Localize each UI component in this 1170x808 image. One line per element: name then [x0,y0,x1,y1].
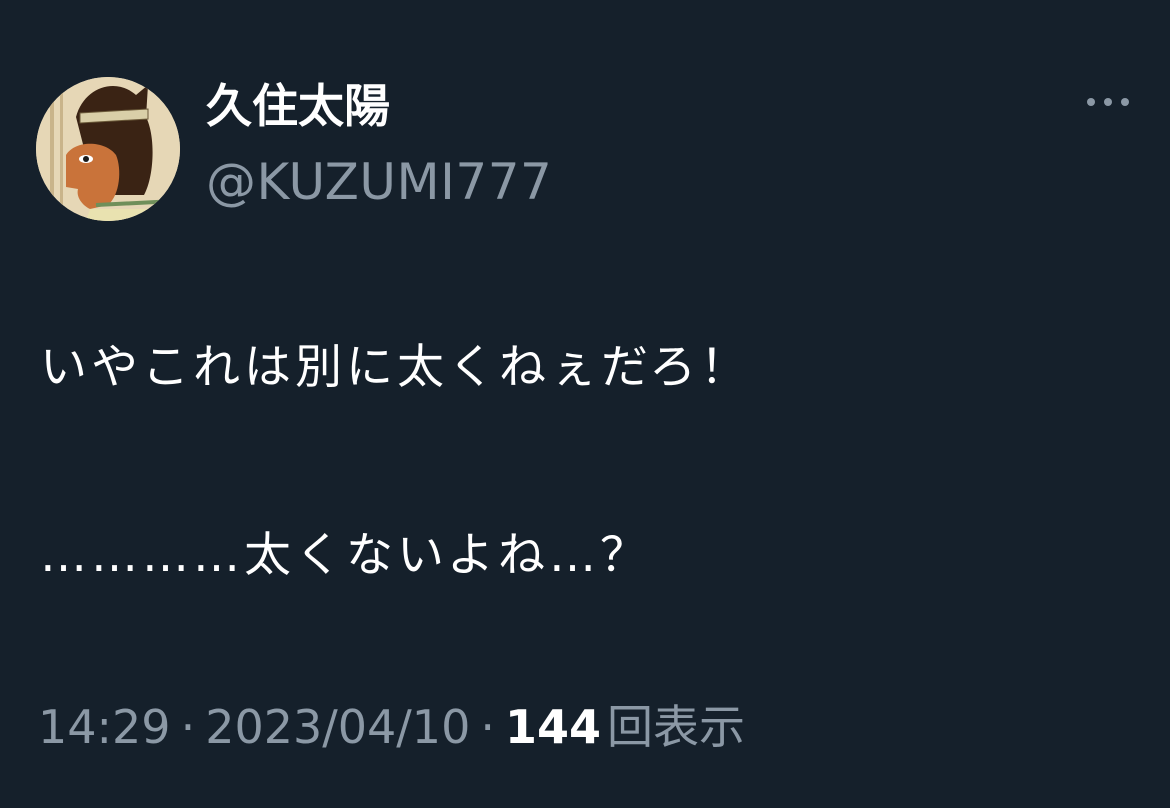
egyptian-portrait-avatar-icon [36,77,180,221]
tweet-metadata: 14:29 · 2023/04/10 · 144 回表示 [38,694,745,760]
views-count[interactable]: 144 [505,700,601,754]
tweet-time[interactable]: 14:29 [38,700,171,754]
separator-dot: · [180,700,196,754]
display-name[interactable]: 久住太陽 [206,76,390,136]
tweet-container: 久住太陽 @KUZUMI777 いやこれは別に太くねぇだろ！ …………太くないよ… [0,0,1170,808]
user-handle[interactable]: @KUZUMI777 [206,150,552,214]
more-horizontal-icon [1087,98,1129,106]
tweet-text-line: いやこれは別に太くねぇだろ！ [40,340,752,395]
views-label: 回表示 [607,700,745,754]
separator-dot: · [480,700,495,754]
more-options-button[interactable] [1082,84,1134,120]
tweet-text: いやこれは別に太くねぇだろ！ …………太くないよね…？ [40,332,1130,592]
tweet-date[interactable]: 2023/04/10 [205,700,470,754]
tweet-text-line: …………太くないよね…？ [40,528,652,583]
avatar[interactable] [36,77,180,221]
